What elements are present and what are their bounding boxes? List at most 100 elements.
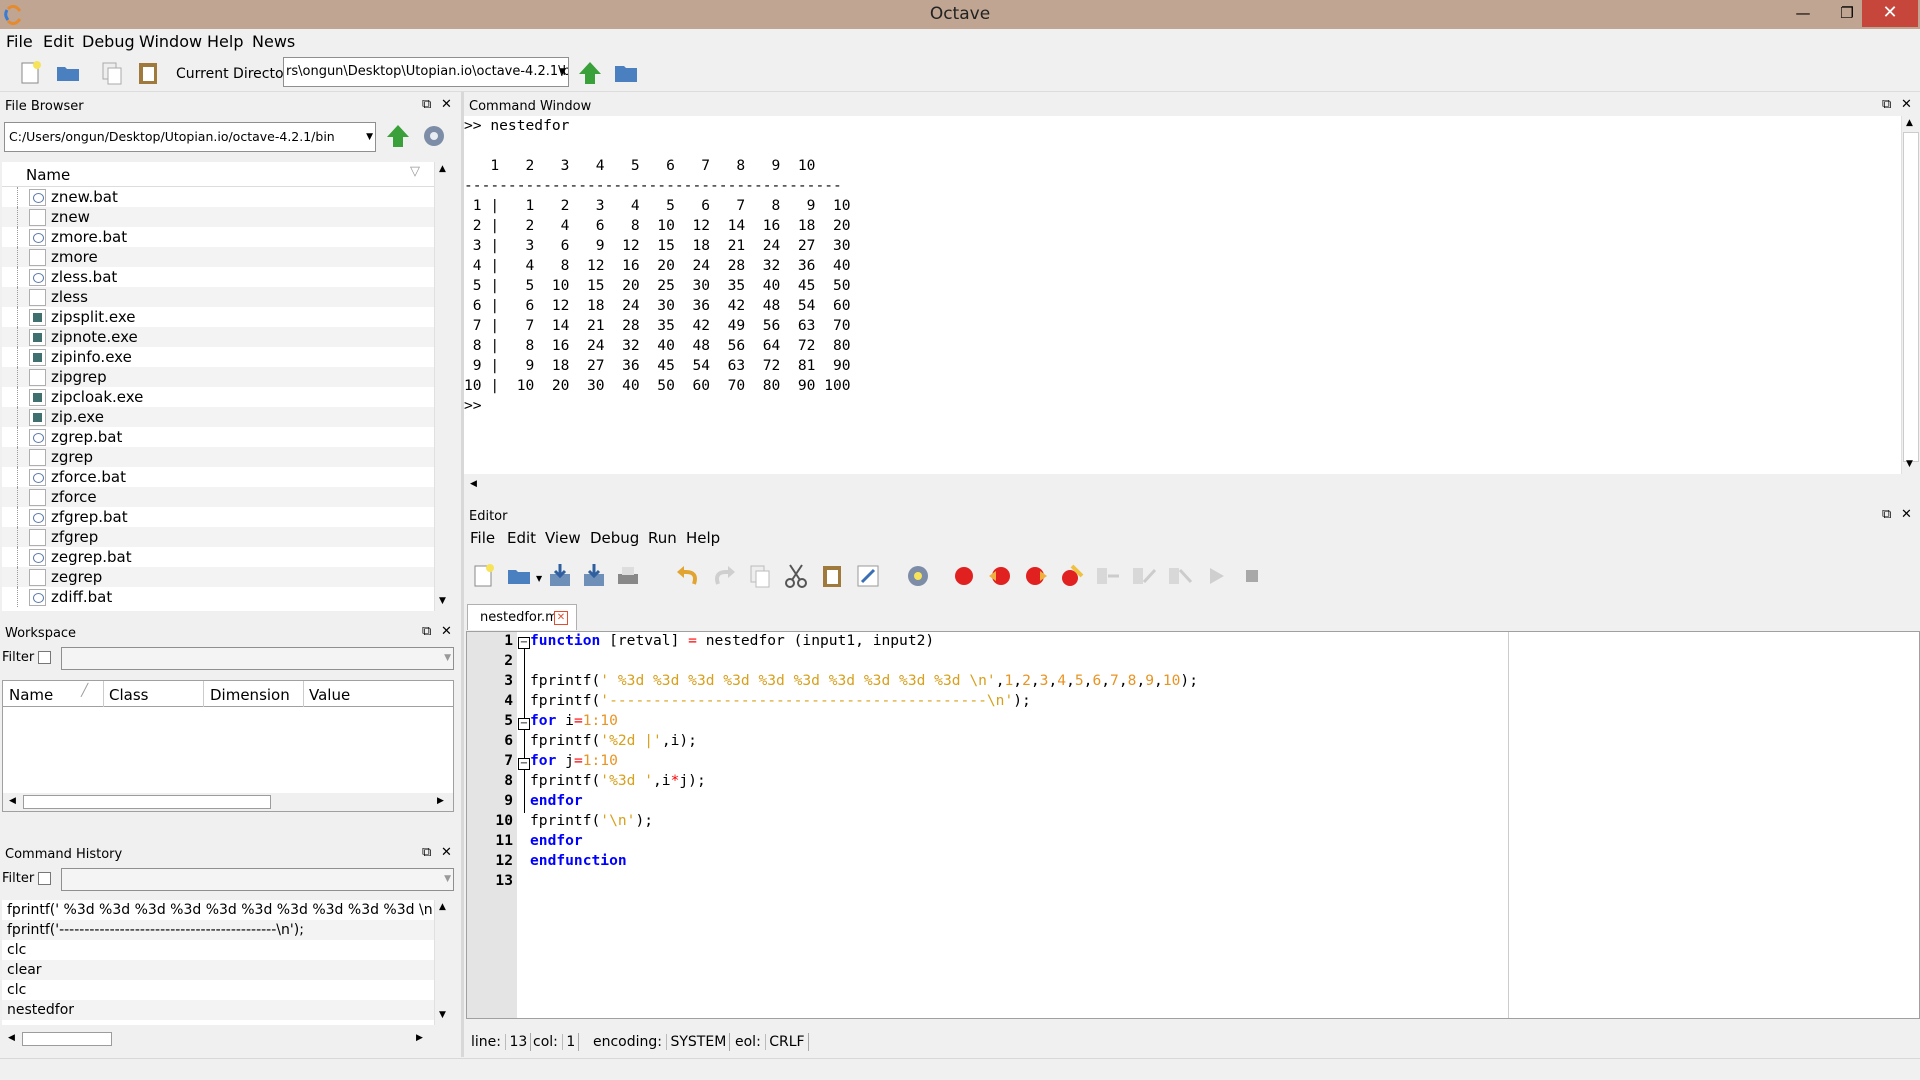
scroll-left-icon[interactable]: ◀	[9, 796, 16, 806]
column-class[interactable]: Class	[109, 686, 148, 704]
close-button[interactable]: ✕	[1862, 0, 1918, 27]
paste-icon[interactable]	[134, 59, 162, 87]
column-dimension[interactable]: Dimension	[210, 686, 290, 704]
editor-menu-file[interactable]: File	[470, 529, 495, 547]
file-row[interactable]: zdiff.bat	[2, 587, 434, 607]
file-row[interactable]: zegrep.bat	[2, 547, 434, 567]
file-row[interactable]: zmore	[2, 247, 434, 267]
scroll-right-icon[interactable]: ▶	[416, 1033, 423, 1043]
history-item[interactable]: fprintf('-------------------------------…	[2, 920, 434, 940]
file-row[interactable]: zipcloak.exe	[2, 387, 434, 407]
file-row[interactable]: zless.bat	[2, 267, 434, 287]
history-filter-input[interactable]: ▼	[61, 868, 454, 891]
undock-icon[interactable]: ⧉	[422, 624, 431, 639]
history-hscrollbar[interactable]: ◀ ▶	[2, 1030, 434, 1048]
scroll-right-icon[interactable]: ▶	[437, 796, 444, 806]
file-row[interactable]: znew.bat	[2, 187, 434, 207]
file-row[interactable]: zmore.bat	[2, 227, 434, 247]
close-panel-icon[interactable]: ✕	[441, 97, 452, 112]
close-panel-icon[interactable]: ✕	[441, 845, 452, 860]
history-item[interactable]: clc	[2, 980, 434, 1000]
close-panel-icon[interactable]: ✕	[1901, 97, 1912, 112]
code-editor[interactable]: 1 2 3 4 5 6 7 8 9 10 11 12 13 − − − function [retval…	[466, 631, 1920, 1019]
column-name[interactable]: Name	[26, 166, 70, 184]
browse-directory-icon[interactable]	[612, 59, 640, 87]
gear-icon[interactable]	[420, 122, 448, 150]
command-window-output[interactable]: >> nestedfor 1 2 3 4 5 6 7 8 9 10 ------…	[464, 116, 1901, 476]
scroll-left-icon[interactable]: ◀	[8, 1033, 15, 1043]
command-window-hscrollbar[interactable]: ◀	[464, 474, 1901, 496]
open-folder-icon[interactable]	[54, 59, 82, 87]
chevron-down-icon[interactable]: ▼	[536, 574, 542, 583]
file-row[interactable]: zgrep.bat	[2, 427, 434, 447]
scroll-thumb[interactable]	[1903, 132, 1919, 462]
menu-edit[interactable]: Edit	[43, 32, 74, 51]
close-tab-icon[interactable]: ✕	[554, 611, 568, 625]
next-breakpoint-icon[interactable]	[986, 562, 1014, 590]
history-vscrollbar[interactable]: ▲ ▼	[434, 900, 452, 1025]
file-row[interactable]: zipgrep	[2, 367, 434, 387]
undock-icon[interactable]: ⧉	[422, 97, 431, 112]
scroll-down-icon[interactable]: ▼	[439, 596, 446, 606]
menu-file[interactable]: File	[6, 32, 33, 51]
file-row[interactable]: zip.exe	[2, 407, 434, 427]
file-row[interactable]: zfgrep	[2, 527, 434, 547]
save-icon[interactable]	[546, 562, 574, 590]
file-list-scrollbar[interactable]: ▲ ▼	[434, 162, 452, 611]
toggle-breakpoint-icon[interactable]	[950, 562, 978, 590]
scroll-down-icon[interactable]: ▼	[439, 1010, 446, 1020]
fold-icon[interactable]: −	[518, 758, 530, 770]
current-directory-input[interactable]: rs\ongun\Desktop\Utopian.io\octave-4.2.1…	[283, 57, 569, 87]
workspace-filter-input[interactable]: ▼	[61, 647, 454, 670]
editor-menu-debug[interactable]: Debug	[590, 529, 639, 547]
step-icon[interactable]	[1094, 562, 1122, 590]
paste-icon[interactable]	[818, 562, 846, 590]
scroll-thumb[interactable]	[23, 795, 271, 809]
history-item[interactable]: nestedfor	[2, 1000, 434, 1020]
file-row[interactable]: zipnote.exe	[2, 327, 434, 347]
menu-window[interactable]: Window	[139, 32, 202, 51]
scroll-up-icon[interactable]: ▲	[1906, 118, 1913, 128]
scroll-thumb[interactable]	[22, 1032, 112, 1046]
previous-breakpoint-icon[interactable]	[1022, 562, 1050, 590]
fold-icon[interactable]: −	[518, 718, 530, 730]
history-item[interactable]: clear	[2, 960, 434, 980]
copy-icon[interactable]	[98, 59, 126, 87]
run-gear-icon[interactable]	[904, 562, 932, 590]
parent-directory-icon[interactable]	[576, 59, 604, 87]
editor-tab-nestedfor[interactable]: nestedfor.m ✕	[467, 604, 577, 630]
file-row[interactable]: zless	[2, 287, 434, 307]
command-window-vscrollbar[interactable]: ▲ ▼	[1901, 116, 1920, 474]
history-filter-checkbox[interactable]	[38, 872, 51, 885]
new-file-icon[interactable]	[470, 562, 498, 590]
close-panel-icon[interactable]: ✕	[1901, 507, 1912, 522]
open-folder-icon[interactable]	[506, 562, 534, 590]
menu-debug[interactable]: Debug	[82, 32, 135, 51]
menu-help[interactable]: Help	[207, 32, 243, 51]
file-row[interactable]: zipsplit.exe	[2, 307, 434, 327]
step-in-icon[interactable]	[1130, 562, 1158, 590]
remove-breakpoints-icon[interactable]	[1058, 562, 1086, 590]
file-row[interactable]: zgrep	[2, 447, 434, 467]
column-name[interactable]: Name	[9, 686, 53, 704]
redo-icon[interactable]	[710, 562, 738, 590]
filter-icon[interactable]: ▽	[410, 164, 420, 179]
close-panel-icon[interactable]: ✕	[441, 624, 452, 639]
editor-menu-edit[interactable]: Edit	[507, 529, 536, 547]
editor-menu-run[interactable]: Run	[648, 529, 677, 547]
file-row[interactable]: zforce	[2, 487, 434, 507]
new-file-icon[interactable]	[16, 59, 44, 87]
file-row[interactable]: zegrep	[2, 567, 434, 587]
history-item[interactable]: fprintf(' %3d %3d %3d %3d %3d %3d %3d %3…	[2, 900, 434, 920]
scroll-down-icon[interactable]: ▼	[1906, 459, 1913, 469]
save-as-icon[interactable]	[580, 562, 608, 590]
workspace-hscrollbar[interactable]: ◀ ▶	[3, 793, 453, 811]
file-browser-path-combo[interactable]: C:/Users/ongun/Desktop/Utopian.io/octave…	[4, 122, 376, 152]
editor-menu-help[interactable]: Help	[686, 529, 720, 547]
undock-icon[interactable]: ⧉	[422, 845, 431, 860]
editor-menu-view[interactable]: View	[545, 529, 581, 547]
minimize-button[interactable]: —	[1781, 0, 1825, 27]
scroll-up-icon[interactable]: ▲	[439, 902, 446, 912]
file-row[interactable]: zforce.bat	[2, 467, 434, 487]
step-out-icon[interactable]	[1166, 562, 1194, 590]
